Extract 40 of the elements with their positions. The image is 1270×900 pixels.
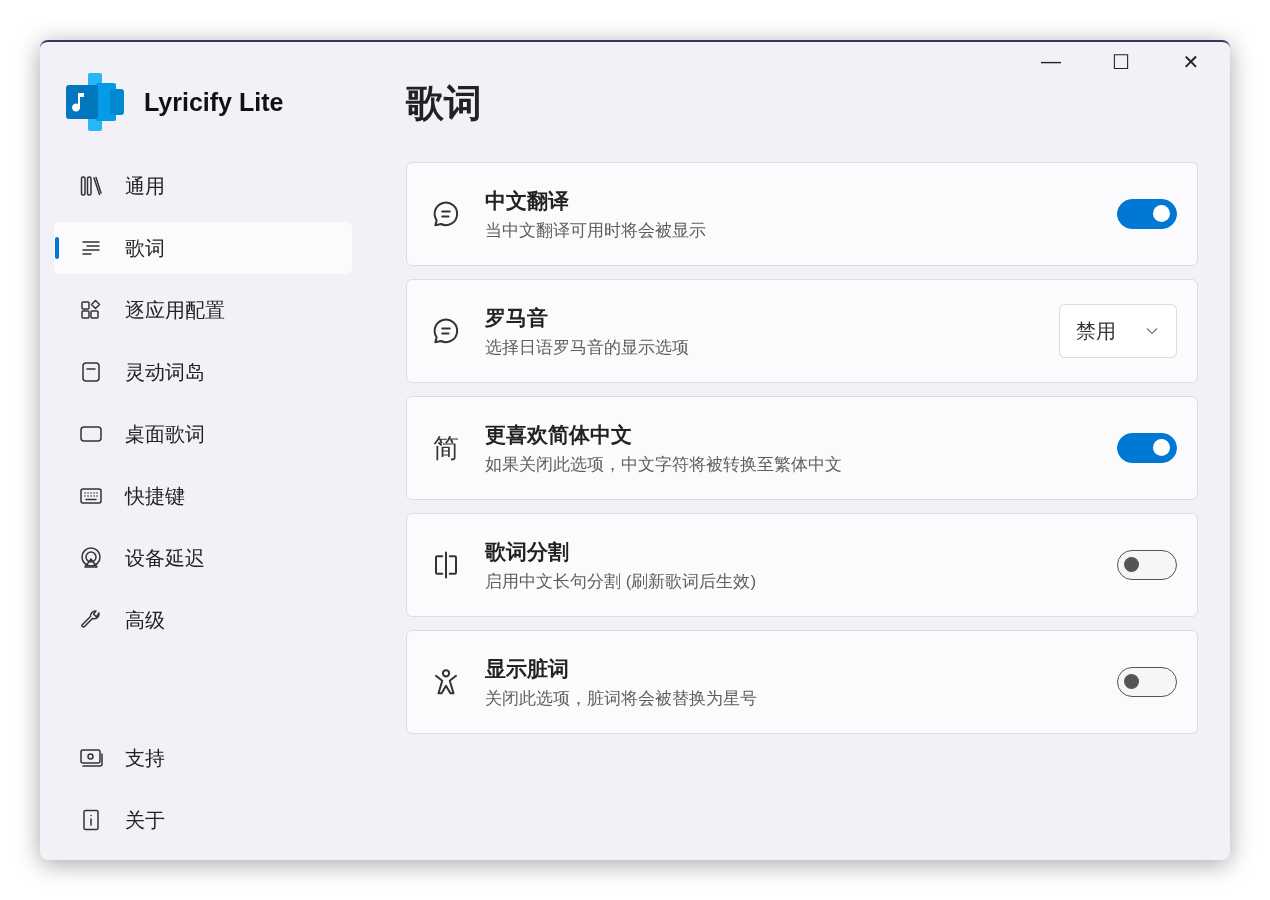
nav-item[interactable]: 灵动词岛 xyxy=(54,346,352,398)
rounded-square-icon xyxy=(79,360,103,384)
nav-item[interactable]: 关于 xyxy=(54,794,352,846)
setting-description: 选择日语罗马音的显示选项 xyxy=(485,336,690,359)
close-button[interactable]: ✕ xyxy=(1174,50,1208,74)
setting-title: 更喜欢简体中文 xyxy=(485,421,633,448)
toggle-switch[interactable] xyxy=(1117,667,1177,697)
nav-item[interactable]: 桌面歌词 xyxy=(54,408,352,460)
nav-item[interactable]: 设备延迟 xyxy=(54,532,352,584)
nav-item[interactable]: 歌词 xyxy=(54,222,352,274)
setting-title: 显示脏词 xyxy=(485,655,570,682)
banknote-icon xyxy=(79,746,103,770)
toggle-switch[interactable] xyxy=(1117,433,1177,463)
setting-description: 关闭此选项，脏词将会被替换为星号 xyxy=(485,687,758,710)
nav-item[interactable]: 逐应用配置 xyxy=(54,284,352,336)
setting-title: 中文翻译 xyxy=(485,187,570,214)
app-name: Lyricify Lite xyxy=(144,87,284,117)
page-title: 歌词 xyxy=(406,81,483,126)
signal-icon xyxy=(79,546,103,570)
setting-description: 如果关闭此选项，中文字符将被转换至繁体中文 xyxy=(485,453,843,476)
toggle-switch[interactable] xyxy=(1117,550,1177,580)
setting-title: 罗马音 xyxy=(485,304,549,331)
setting-title: 歌词分割 xyxy=(485,538,570,565)
setting-icon: 简 xyxy=(431,430,461,466)
toggle-switch[interactable] xyxy=(1117,199,1177,229)
chat-bubble-icon xyxy=(431,199,461,229)
nav-item[interactable]: 高级 xyxy=(54,594,352,646)
dropdown[interactable]: 禁用 xyxy=(1059,304,1177,358)
app-logo-icon xyxy=(66,73,126,131)
chevron-down-icon xyxy=(1146,327,1158,335)
apps-icon xyxy=(79,298,103,322)
minimize-button[interactable]: — xyxy=(1034,50,1068,74)
nav-item[interactable]: 通用 xyxy=(54,160,352,212)
maximize-button[interactable]: ☐ xyxy=(1104,50,1138,74)
setting-description: 启用中文长句分割 (刷新歌词后生效) xyxy=(485,570,758,593)
nav-item[interactable]: 快捷键 xyxy=(54,470,352,522)
books-icon xyxy=(79,174,103,198)
setting-description: 当中文翻译可用时将会被显示 xyxy=(485,219,707,242)
chat-bubble-icon xyxy=(431,316,461,346)
nav-item[interactable]: 支持 xyxy=(54,732,352,784)
